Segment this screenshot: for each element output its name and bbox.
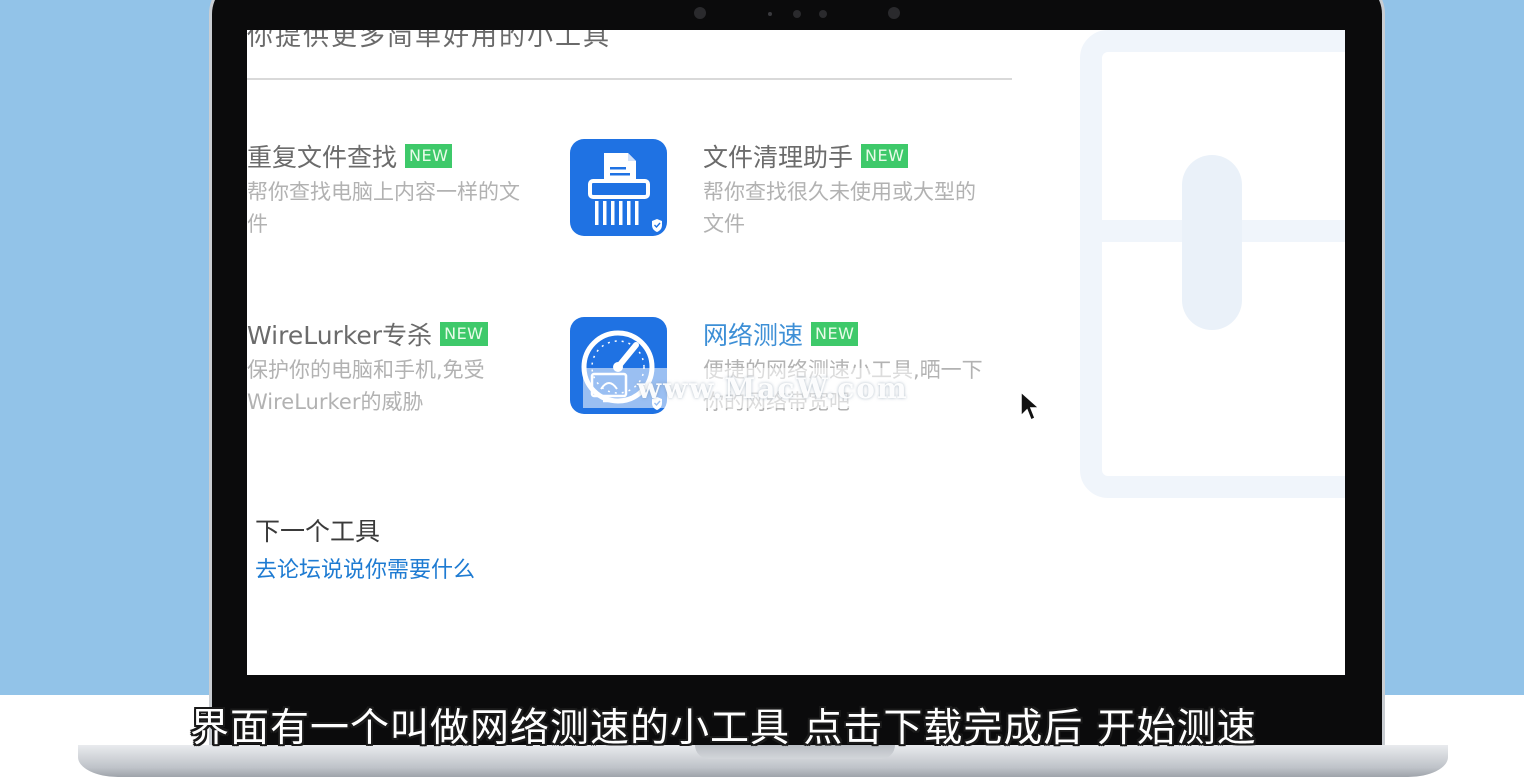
video-subtitle: 界面有一个叫做网络测速的小工具 点击下载完成后 开始测速 [190,706,1257,751]
new-badge: NEW [405,144,453,168]
tool-description: 帮你查找电脑上内容一样的文件 [247,180,520,236]
new-badge: NEW [861,144,909,168]
new-badge: NEW [811,322,859,346]
camera-sensor [694,7,706,19]
tool-title: WireLurker专杀 [247,321,433,350]
camera-lens [793,10,801,18]
next-tool-title: 下一个工具 [255,517,381,546]
tool-wirelurker-killer[interactable]: WireLurker专杀 NEW 保护你的电脑和手机,免受WireLurker的… [247,316,522,418]
new-badge: NEW [440,322,488,346]
divider [247,78,1012,80]
tool-title: 文件清理助手 [703,143,854,172]
tool-description: 保护你的电脑和手机,免受WireLurker的威胁 [247,358,485,414]
watermark-text: www.MacW.com [637,371,909,405]
app-screen: 你提供更多简单好用的小工具 重复文件查找 NEW 帮你查找电脑上内容一样的文件 [247,30,1345,675]
background-illustration [1182,155,1242,330]
section-header: 你提供更多简单好用的小工具 [247,30,612,52]
shredder-icon[interactable] [570,139,667,236]
camera-sensor [888,7,900,19]
tool-file-cleaner[interactable]: 文件清理助手 NEW 帮你查找很久未使用或大型的文件 [703,138,993,240]
watermark-logo-icon [590,372,628,403]
mouse-cursor-icon [1020,390,1041,422]
tool-title: 重复文件查找 [247,143,398,172]
tool-description: 帮你查找很久未使用或大型的文件 [703,180,976,236]
forum-link[interactable]: 去论坛说说你需要什么 [255,552,475,584]
tool-duplicate-finder[interactable]: 重复文件查找 NEW 帮你查找电脑上内容一样的文件 [247,138,537,240]
tool-title: 网络测速 [703,321,804,350]
watermark: www.MacW.com [583,368,915,408]
camera-sensor [768,12,772,16]
camera-sensor [819,10,827,18]
